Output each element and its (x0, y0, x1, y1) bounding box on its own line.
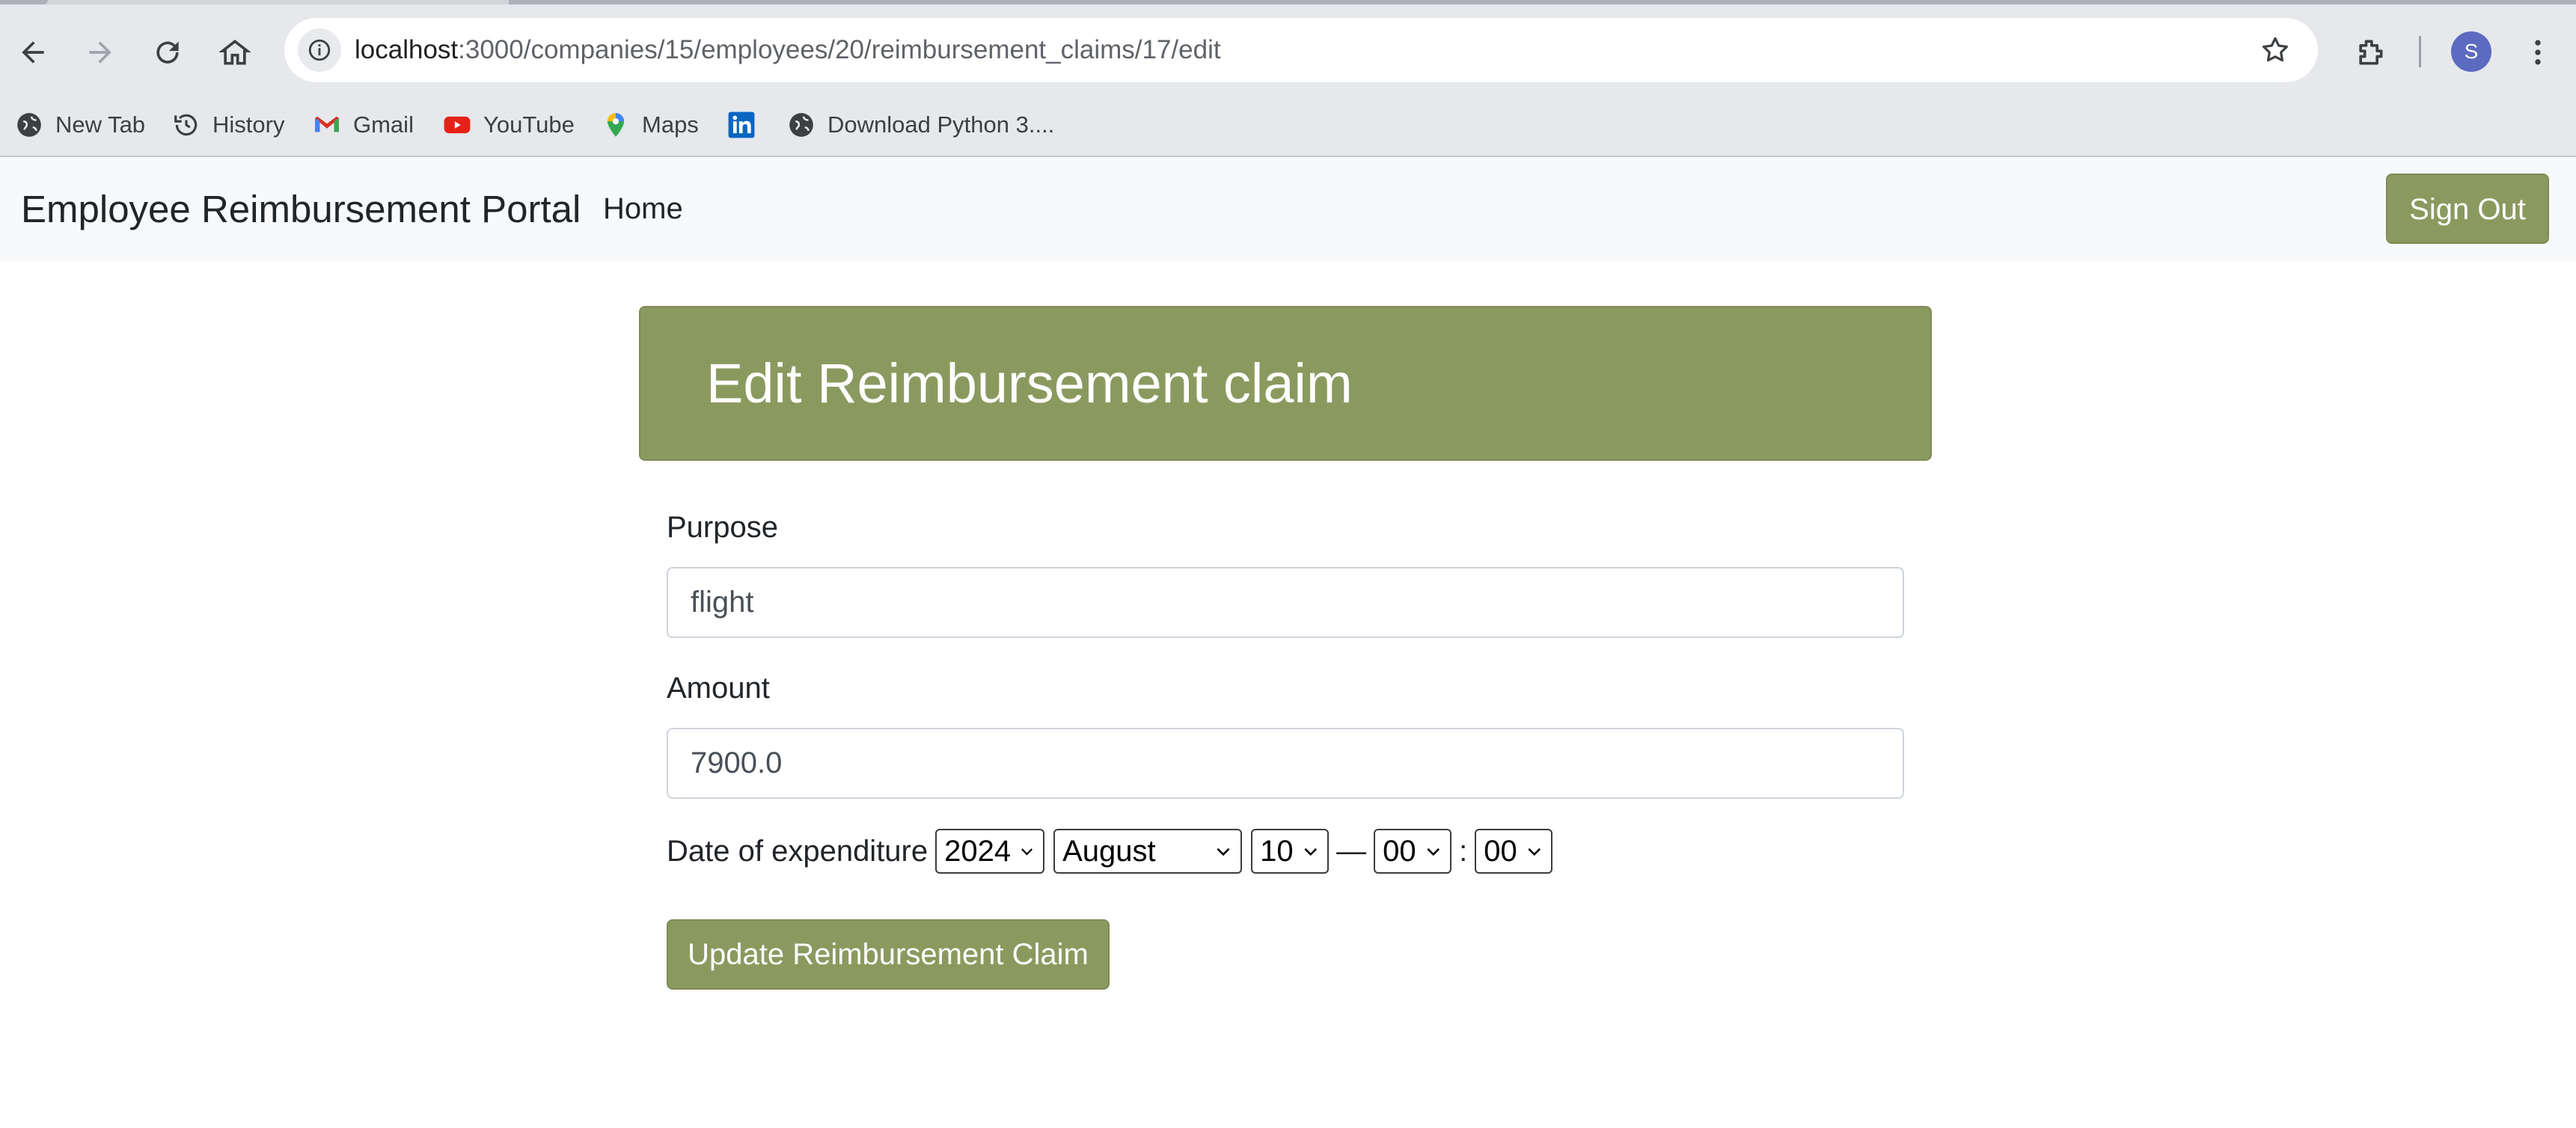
bookmark-download-python[interactable]: Download Python 3.... (787, 94, 1054, 156)
minute-select[interactable]: 00 (1475, 829, 1553, 874)
year-select[interactable]: 2024 (935, 829, 1045, 874)
gmail-icon (313, 111, 341, 139)
site-info-icon[interactable] (298, 28, 341, 72)
bookmark-star-icon[interactable] (2255, 30, 2295, 70)
page-title: Edit Reimbursement claim (706, 352, 1353, 414)
bookmark-label: Gmail (353, 111, 414, 138)
forward-icon[interactable] (72, 24, 129, 81)
menu-kebab-icon[interactable] (2509, 24, 2566, 81)
bookmark-label: Maps (642, 111, 699, 138)
linkedin-icon (727, 111, 756, 139)
purpose-input[interactable]: flight (667, 567, 1904, 638)
app-navbar: Employee Reimbursement Portal Home Sign … (0, 157, 2576, 261)
bookmark-label: History (212, 111, 285, 138)
year-value: 2024 (944, 834, 1012, 868)
bookmark-label: YouTube (483, 111, 575, 138)
hour-select[interactable]: 00 (1374, 829, 1452, 874)
url-host: localhost (355, 35, 459, 64)
amount-input[interactable]: 7900.0 (667, 728, 1904, 799)
date-time-separator: — (1336, 834, 1367, 868)
purpose-label: Purpose (667, 511, 778, 544)
youtube-icon (443, 111, 471, 139)
globe-icon (15, 111, 43, 139)
browser-toolbar: localhost:3000/companies/15/employees/20… (0, 4, 2576, 94)
chevron-down-icon (1528, 847, 1541, 856)
amount-label: Amount (667, 672, 770, 705)
address-bar[interactable]: localhost:3000/companies/15/employees/20… (284, 18, 2318, 82)
day-select[interactable]: 10 (1251, 829, 1330, 874)
sign-out-button[interactable]: Sign Out (2386, 174, 2549, 244)
chevron-down-icon (1304, 847, 1317, 856)
date-of-expenditure-label: Date of expenditure (667, 834, 928, 868)
url-text: localhost:3000/companies/15/employees/20… (355, 18, 1221, 82)
minute-value: 00 (1484, 834, 1517, 868)
reload-icon[interactable] (139, 24, 196, 81)
bookmark-linkedin[interactable] (727, 94, 768, 156)
bookmark-maps[interactable]: Maps (602, 94, 699, 156)
bookmark-label: Download Python 3.... (827, 111, 1055, 138)
chevron-down-icon (1217, 847, 1230, 856)
update-claim-button[interactable]: Update Reimbursement Claim (667, 919, 1110, 990)
day-value: 10 (1260, 834, 1294, 868)
month-select[interactable]: August (1053, 829, 1243, 874)
time-colon: : (1459, 834, 1468, 868)
back-icon[interactable] (4, 24, 61, 81)
navbar-brand[interactable]: Employee Reimbursement Portal (21, 157, 581, 261)
globe-icon (787, 111, 816, 139)
bookmark-gmail[interactable]: Gmail (313, 94, 414, 156)
toolbar-separator (2419, 36, 2421, 67)
bookmark-new-tab[interactable]: New Tab (15, 94, 145, 156)
bookmark-label: New Tab (55, 111, 146, 138)
month-value: August (1062, 834, 1156, 868)
home-icon[interactable] (206, 24, 263, 81)
extensions-icon[interactable] (2342, 24, 2399, 81)
url-path: :3000/companies/15/employees/20/reimburs… (458, 35, 1221, 64)
page-header-banner: Edit Reimbursement claim (639, 306, 1932, 461)
bookmark-youtube[interactable]: YouTube (443, 94, 575, 156)
nav-link-home[interactable]: Home (603, 157, 683, 261)
history-icon (172, 111, 201, 139)
profile-avatar[interactable]: S (2451, 31, 2491, 72)
bookmark-history[interactable]: History (172, 94, 284, 156)
bookmarks-bar: New Tab History Gmail YouTube Maps Downl… (0, 94, 2576, 157)
chevron-down-icon (1021, 848, 1033, 856)
maps-icon (602, 111, 630, 139)
date-of-expenditure-row: Date of expenditure 2024 August 10 — 00 … (667, 827, 1553, 875)
chevron-down-icon (1427, 847, 1440, 856)
hour-value: 00 (1383, 834, 1416, 868)
